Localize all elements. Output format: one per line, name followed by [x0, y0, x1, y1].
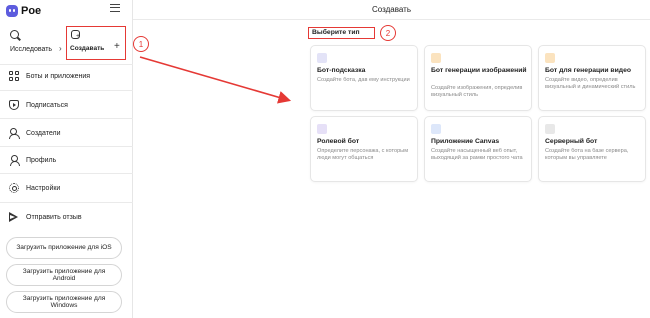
- card-video-bot[interactable]: Бот для генерации видео Создайте видео, …: [538, 45, 646, 111]
- plus-icon: +: [114, 41, 120, 52]
- card-description: Создайте изображения, определив визуальн…: [431, 85, 523, 98]
- divider: [0, 90, 133, 91]
- person-icon: [9, 155, 20, 166]
- people-icon: [9, 128, 20, 139]
- image-icon: [431, 53, 441, 63]
- explore-button[interactable]: Исследовать ›: [4, 26, 62, 60]
- divider: [0, 118, 133, 119]
- grid-icon: [9, 71, 19, 81]
- sidebar-item-label: Боты и приложения: [26, 72, 91, 80]
- annotation-step-1: 1: [133, 36, 149, 52]
- choose-type-label: Выберите тип: [308, 27, 375, 39]
- card-title: Бот-подсказка: [317, 67, 366, 74]
- card-description: Создайте бота, дав ему инструкции: [317, 77, 410, 83]
- page-title: Создавать: [133, 0, 650, 20]
- shield-icon: [9, 100, 19, 110]
- explore-label: Исследовать: [10, 46, 53, 53]
- top-actions: Исследовать › Создавать +: [0, 24, 133, 62]
- card-title: Приложение Canvas: [431, 138, 500, 145]
- card-title: Серверный бот: [545, 138, 598, 145]
- card-description: Определите персонажа, с которым люди мог…: [317, 148, 409, 161]
- app-window: Poe Исследовать › Создавать + Боты и при…: [0, 0, 650, 318]
- gear-icon: [9, 183, 19, 193]
- download-windows-button[interactable]: Загрузить приложение для Windows: [6, 291, 122, 313]
- sidebar-item-label: Создатели: [26, 129, 61, 137]
- card-title: Бот генерации изображений: [431, 67, 527, 74]
- sidebar-item-label: Профиль: [26, 156, 57, 164]
- card-roleplay-bot[interactable]: Ролевой бот Определите персонажа, с кото…: [310, 116, 418, 182]
- video-icon: [545, 53, 555, 63]
- sidebar-item-bots-and-apps[interactable]: Боты и приложения: [0, 64, 133, 88]
- send-icon: [9, 212, 18, 222]
- create-bot-icon: [71, 30, 80, 40]
- brand-name: Poe: [21, 5, 42, 17]
- menu-icon[interactable]: [110, 4, 120, 12]
- sidebar: Poe Исследовать › Создавать + Боты и при…: [0, 0, 133, 318]
- card-description: Создайте видео, определив визуальный и д…: [545, 77, 636, 90]
- sidebar-item-label: Настройки: [26, 184, 61, 192]
- main-panel: Создавать Выберите тип Бот-подсказка Соз…: [133, 0, 650, 318]
- create-label: Создавать: [70, 45, 105, 52]
- card-title: Бот для генерации видео: [545, 67, 632, 74]
- download-ios-button[interactable]: Загрузить приложение для iOS: [6, 237, 122, 259]
- divider: [0, 202, 133, 203]
- monitor-icon: [545, 124, 555, 134]
- sidebar-item-label: Отправить отзыв: [26, 213, 82, 221]
- card-prompt-bot[interactable]: Бот-подсказка Создайте бота, дав ему инс…: [310, 45, 418, 111]
- card-description: Создайте насыщенный веб опыт, выходящий …: [431, 148, 523, 161]
- annotation-step-2: 2: [380, 25, 396, 41]
- sidebar-item-send-feedback[interactable]: Отправить отзыв: [0, 205, 133, 229]
- create-button[interactable]: Создавать +: [66, 26, 126, 60]
- sidebar-item-profile[interactable]: Профиль: [0, 148, 133, 172]
- flag-icon: [317, 124, 327, 134]
- poe-logo-icon: [6, 5, 18, 17]
- chevron-right-icon: ›: [59, 44, 62, 53]
- card-description: Создайте бота на базе сервера, которым в…: [545, 148, 629, 161]
- divider: [0, 173, 133, 174]
- sidebar-item-subscribe[interactable]: Подписаться: [0, 93, 133, 117]
- sidebar-item-settings[interactable]: Настройки: [0, 176, 133, 200]
- card-server-bot[interactable]: Серверный бот Создайте бота на базе серв…: [538, 116, 646, 182]
- sidebar-item-label: Подписаться: [26, 101, 68, 109]
- card-title: Ролевой бот: [317, 138, 360, 145]
- search-icon: [10, 30, 19, 39]
- prompt-icon: [317, 53, 327, 63]
- canvas-icon: [431, 124, 441, 134]
- divider: [0, 146, 133, 147]
- download-android-button[interactable]: Загрузить приложение для Android: [6, 264, 122, 286]
- card-image-bot[interactable]: Бот генерации изображений Создайте изобр…: [424, 45, 532, 111]
- sidebar-item-creators[interactable]: Создатели: [0, 121, 133, 145]
- card-canvas-app[interactable]: Приложение Canvas Создайте насыщенный ве…: [424, 116, 532, 182]
- brand[interactable]: Poe: [6, 3, 41, 19]
